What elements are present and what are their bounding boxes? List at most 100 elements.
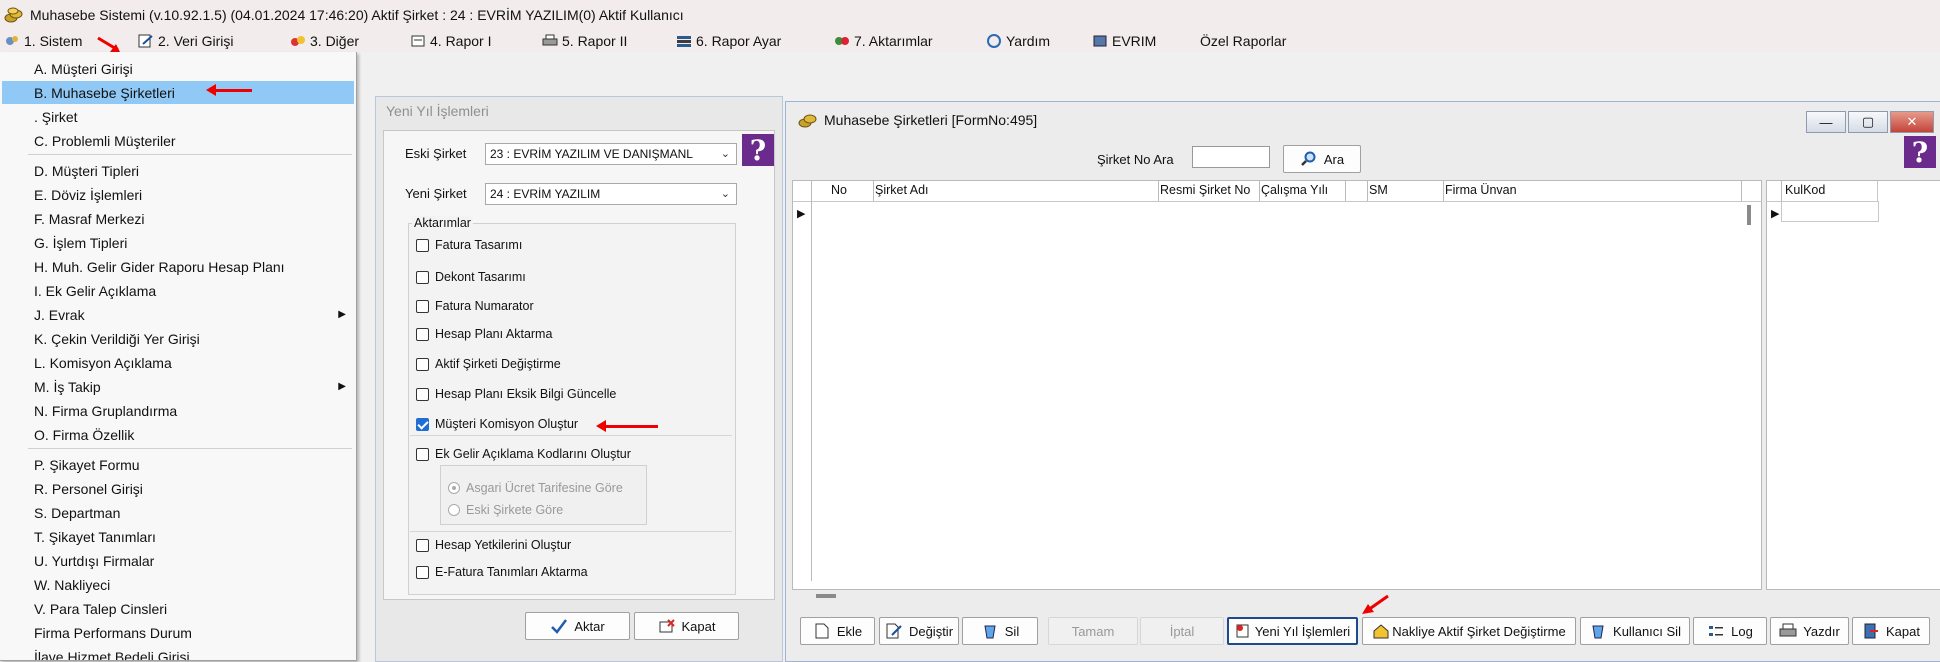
chk-musteri-komisyon[interactable]: Müşteri Komisyon Oluştur: [416, 413, 578, 435]
help-icon[interactable]: ?: [1904, 136, 1936, 169]
sirketler-grid[interactable]: No Şirket Adı Resmi Şirket No Çalışma Yı…: [792, 180, 1762, 590]
ekle-button[interactable]: Ekle: [800, 617, 875, 645]
menu-rapor-ayar[interactable]: 6. Rapor Ayar: [676, 30, 781, 52]
checkbox[interactable]: [416, 538, 429, 552]
iptal-button[interactable]: İptal: [1140, 617, 1224, 645]
radio-asgari-ucret[interactable]: Asgari Ücret Tarifesine Göre: [448, 477, 623, 499]
search-icon: [1300, 151, 1316, 166]
chk-fatura-tasarimi[interactable]: Fatura Tasarımı: [416, 234, 522, 256]
menu-diger[interactable]: 3. Diğer: [290, 30, 359, 52]
menu-veri-girisi[interactable]: 2. Veri Girişi: [138, 30, 233, 52]
col-sm[interactable]: SM: [1369, 183, 1388, 197]
checkbox[interactable]: [416, 565, 429, 579]
dd-ek-gelir-aciklama[interactable]: I. Ek Gelir Açıklama: [2, 279, 354, 302]
minimize-button[interactable]: —: [1806, 111, 1846, 133]
dd-musteri-girisi[interactable]: A. Müşteri Girişi: [2, 57, 354, 80]
radio-button[interactable]: [448, 482, 460, 494]
dd-nakliyeci[interactable]: W. Nakliyeci: [2, 573, 354, 596]
dd-gelir-gider-hesap-plani[interactable]: H. Muh. Gelir Gider Raporu Hesap Planı: [2, 255, 354, 278]
menu-ozel-raporlar[interactable]: Özel Raporlar: [1200, 30, 1286, 52]
col-calisma-yili[interactable]: Çalışma Yılı: [1261, 183, 1328, 197]
menu-rapor-1[interactable]: 4. Rapor I: [410, 30, 491, 52]
column-divider: [1259, 181, 1260, 201]
dd-komisyon-aciklama[interactable]: L. Komisyon Açıklama: [2, 351, 354, 374]
kullanici-sil-button[interactable]: Kullanıcı Sil: [1580, 617, 1690, 645]
checkbox-checked[interactable]: [416, 417, 429, 431]
sirket-no-ara-input[interactable]: [1192, 146, 1270, 168]
menu-rapor-2[interactable]: 5. Rapor II: [542, 30, 627, 52]
dd-sirket[interactable]: . Şirket: [2, 105, 354, 128]
dd-firma-gruplandirma[interactable]: N. Firma Gruplandırma: [2, 399, 354, 422]
checkbox[interactable]: [416, 238, 429, 252]
vertical-scrollbar[interactable]: [1747, 205, 1751, 225]
dd-evrak[interactable]: J. Evrak ▶: [2, 303, 354, 326]
maximize-button[interactable]: ▢: [1848, 111, 1888, 133]
yeni-yil-islemleri-button[interactable]: Yeni Yıl İşlemleri: [1227, 617, 1358, 645]
menu-evrim[interactable]: EVRIM: [1092, 30, 1156, 52]
ms-kapat-button[interactable]: Kapat: [1852, 617, 1930, 645]
tamam-button[interactable]: Tamam: [1048, 617, 1138, 645]
dd-yurtdisi-firmalar[interactable]: U. Yurtdışı Firmalar: [2, 549, 354, 572]
minimize-icon: —: [1819, 114, 1833, 130]
checkbox[interactable]: [416, 270, 429, 284]
yy-kapat-button[interactable]: Kapat: [634, 612, 739, 640]
dd-is-takip[interactable]: M. İş Takip ▶: [2, 375, 354, 398]
chevron-down-icon: ⌄: [720, 188, 730, 200]
col-no[interactable]: No: [831, 183, 847, 197]
sil-button[interactable]: Sil: [962, 617, 1038, 645]
checkbox[interactable]: [416, 327, 429, 341]
kulkod-grid[interactable]: KulKod ▶: [1766, 180, 1940, 590]
nakliye-aktif-sirket-button[interactable]: Nakliye Aktif Şirket Değiştirme: [1362, 617, 1576, 645]
close-button[interactable]: ✕: [1890, 111, 1934, 133]
kulkod-cell[interactable]: [1781, 201, 1879, 222]
col-resmi-sirket-no[interactable]: Resmi Şirket No: [1160, 183, 1250, 197]
chk-aktif-sirketi-degistirme[interactable]: Aktif Şirketi Değiştirme: [416, 353, 561, 375]
dd-doviz-islemleri[interactable]: E. Döviz İşlemleri: [2, 183, 354, 206]
checkbox[interactable]: [416, 387, 429, 401]
log-button[interactable]: Log: [1693, 617, 1767, 645]
dd-sikayet-formu[interactable]: P. Şikayet Formu: [2, 453, 354, 476]
dd-cek-verildigi-yer[interactable]: K. Çekin Verildiği Yer Girişi: [2, 327, 354, 350]
chk-hesap-yetkileri[interactable]: Hesap Yetkilerini Oluştur: [416, 534, 571, 556]
list-icon: [1709, 626, 1724, 636]
checkbox[interactable]: [416, 299, 429, 313]
chk-hesap-plani-aktarma[interactable]: Hesap Planı Aktarma: [416, 323, 552, 345]
dd-personel-girisi[interactable]: R. Personel Girişi: [2, 477, 354, 500]
menu-aktarimlar[interactable]: 7. Aktarımlar: [834, 30, 933, 52]
chk-fatura-numarator[interactable]: Fatura Numarator: [416, 295, 534, 317]
dd-islem-tipleri[interactable]: G. İşlem Tipleri: [2, 231, 354, 254]
eski-sirket-combo[interactable]: 23 : EVRİM YAZILIM VE DANIŞMANL ⌄: [485, 143, 737, 165]
yazdir-button[interactable]: Yazdır: [1770, 617, 1849, 645]
row-indicator-icon: ▶: [797, 208, 806, 220]
horizontal-scrollbar[interactable]: [816, 594, 836, 598]
menu-sistem[interactable]: 1. Sistem: [4, 30, 82, 52]
dd-musteri-tipleri[interactable]: D. Müşteri Tipleri: [2, 159, 354, 182]
menu-yardim[interactable]: Yardım: [986, 30, 1050, 52]
chk-hesap-plani-eksik-bilgi[interactable]: Hesap Planı Eksik Bilgi Güncelle: [416, 383, 616, 405]
dd-firma-ozellik[interactable]: O. Firma Özellik: [2, 423, 354, 446]
dd-muhasebe-sirketleri[interactable]: B. Muhasebe Şirketleri: [2, 81, 354, 104]
dd-ilave-hizmet-bedeli[interactable]: İlave Hizmet Bedeli Girişi: [2, 645, 354, 661]
degistir-button[interactable]: Değiştir: [879, 617, 959, 645]
help-icon[interactable]: ?: [742, 134, 774, 167]
dd-para-talep-cinsleri[interactable]: V. Para Talep Cinsleri: [2, 597, 354, 620]
dd-firma-performans-durum[interactable]: Firma Performans Durum: [2, 621, 354, 644]
aktar-button[interactable]: Aktar: [525, 612, 630, 640]
col-firma-unvan[interactable]: Firma Ünvan: [1445, 183, 1517, 197]
radio-eski-sirket[interactable]: Eski Şirkete Göre: [448, 499, 563, 521]
ara-button[interactable]: Ara: [1283, 145, 1361, 173]
dd-departman[interactable]: S. Departman: [2, 501, 354, 524]
col-kulkod[interactable]: KulKod: [1785, 183, 1825, 197]
dd-problemli-musteriler[interactable]: C. Problemli Müşteriler: [2, 129, 354, 152]
dd-sikayet-tanimlari[interactable]: T. Şikayet Tanımları: [2, 525, 354, 548]
checkbox[interactable]: [416, 447, 429, 461]
checkbox[interactable]: [416, 357, 429, 371]
chk-e-fatura-tanimlari[interactable]: E-Fatura Tanımları Aktarma: [416, 561, 588, 583]
chk-dekont-tasarimi[interactable]: Dekont Tasarımı: [416, 266, 526, 288]
dd-masraf-merkezi[interactable]: F. Masraf Merkezi: [2, 207, 354, 230]
coins-icon: [798, 114, 817, 128]
yeni-sirket-combo[interactable]: 24 : EVRİM YAZILIM ⌄: [485, 183, 737, 205]
radio-button[interactable]: [448, 504, 460, 516]
col-sirket-adi[interactable]: Şirket Adı: [875, 183, 929, 197]
chk-ek-gelir-aciklama-kodlari[interactable]: Ek Gelir Açıklama Kodlarını Oluştur: [416, 443, 631, 465]
